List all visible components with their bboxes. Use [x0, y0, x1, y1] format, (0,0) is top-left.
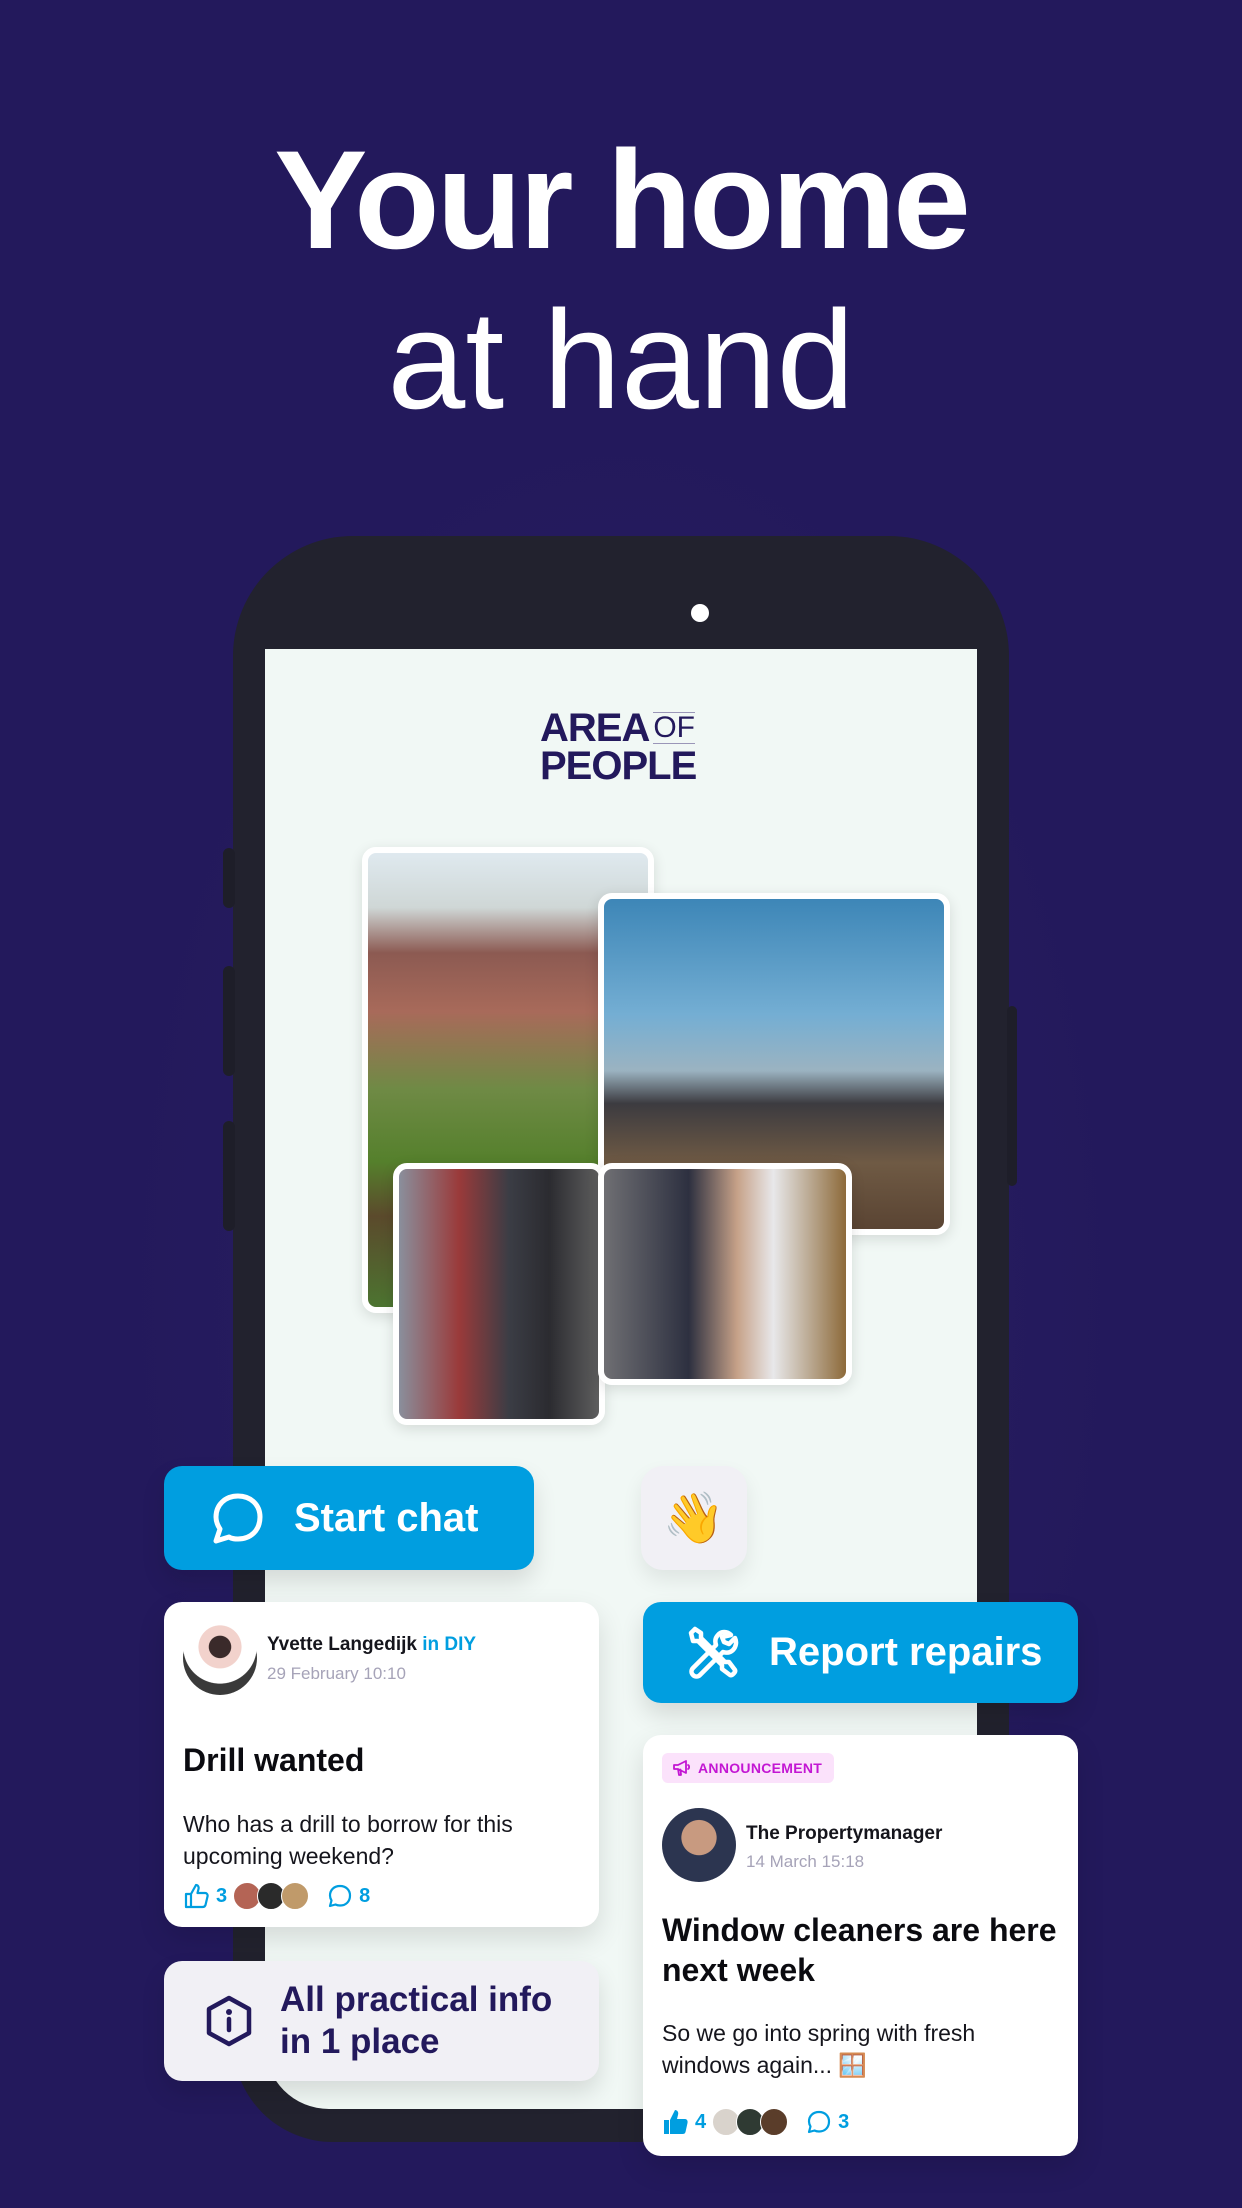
author-avatar[interactable] — [662, 1808, 736, 1882]
author-avatar[interactable] — [183, 1621, 257, 1695]
logo-word-of: OF — [653, 711, 696, 744]
comment-icon[interactable] — [327, 1883, 353, 1909]
like-icon[interactable] — [183, 1882, 211, 1910]
headline-line1: Your home — [274, 121, 971, 278]
post-card-drill-wanted[interactable]: Yvette Langedijk in DIY 29 February 10:1… — [164, 1602, 599, 1927]
tools-icon — [688, 1626, 739, 1679]
neighbours-smartphone-photo — [598, 1163, 852, 1385]
headline-line2: at hand — [387, 281, 855, 438]
post-author[interactable]: The Propertymanager — [746, 1823, 942, 1845]
comment-count: 8 — [359, 1884, 371, 1907]
phone-camera — [691, 604, 709, 622]
practical-info-label: All practical info in 1 place — [280, 1979, 552, 2063]
megaphone-icon — [673, 1760, 691, 1776]
start-chat-button[interactable]: Start chat — [164, 1466, 534, 1570]
post-category: DIY — [444, 1634, 477, 1655]
post-body: So we go into spring with fresh windows … — [662, 2020, 976, 2078]
waving-hand-icon: 👋 — [662, 1489, 726, 1546]
practical-info-line1: All practical info — [280, 1980, 553, 2019]
post-meta: 3 8 — [183, 1882, 370, 1910]
phone-volume-down-button — [223, 1121, 235, 1231]
post-title: Drill wanted — [183, 1742, 365, 1778]
practical-info-button[interactable]: All practical info in 1 place — [164, 1961, 599, 2081]
info-hexagon-icon — [206, 1995, 252, 2047]
like-icon-filled[interactable] — [662, 2108, 690, 2136]
author-name: Yvette Langedijk — [267, 1634, 417, 1655]
post-date: 14 March 15:18 — [746, 1852, 865, 1871]
headline: Your home at hand — [0, 120, 1242, 440]
post-author[interactable]: Yvette Langedijk in DIY — [267, 1634, 476, 1656]
wave-button[interactable]: 👋 — [641, 1466, 747, 1570]
report-repairs-button[interactable]: Report repairs — [643, 1602, 1078, 1703]
liker-avatar — [281, 1882, 310, 1910]
phone-power-button — [1007, 1006, 1017, 1186]
liker-avatar — [760, 2108, 789, 2136]
chat-bubble-icon — [213, 1493, 263, 1544]
post-date: 29 February 10:10 — [267, 1664, 406, 1683]
area-of-people-logo: AREA OF PEOPLE — [540, 708, 697, 788]
phone-volume-up-button — [223, 966, 235, 1076]
post-meta: 4 3 — [662, 2108, 849, 2136]
like-count: 4 — [695, 2110, 707, 2133]
liker-avatars — [233, 1882, 310, 1910]
report-repairs-label: Report repairs — [769, 1630, 1043, 1674]
announcement-badge: ANNOUNCEMENT — [662, 1753, 835, 1783]
post-title: Window cleaners are here next week — [662, 1912, 1075, 1988]
post-body: Who has a drill to borrow for this upcom… — [183, 1811, 513, 1869]
logo-word-people: PEOPLE — [540, 744, 697, 788]
comment-icon[interactable] — [806, 2109, 832, 2135]
practical-info-line2: in 1 place — [280, 2022, 440, 2061]
phone-mute-button — [223, 848, 235, 908]
comment-count: 3 — [838, 2110, 850, 2133]
start-chat-label: Start chat — [294, 1495, 479, 1540]
announcement-badge-label: ANNOUNCEMENT — [698, 1760, 823, 1776]
post-card-announcement[interactable]: ANNOUNCEMENT The Propertymanager 14 Marc… — [643, 1735, 1078, 2156]
liker-avatars — [712, 2108, 789, 2136]
category-prefix: in — [422, 1634, 440, 1655]
like-count: 3 — [216, 1884, 228, 1907]
neighbours-carrying-boxes-photo — [393, 1163, 605, 1425]
